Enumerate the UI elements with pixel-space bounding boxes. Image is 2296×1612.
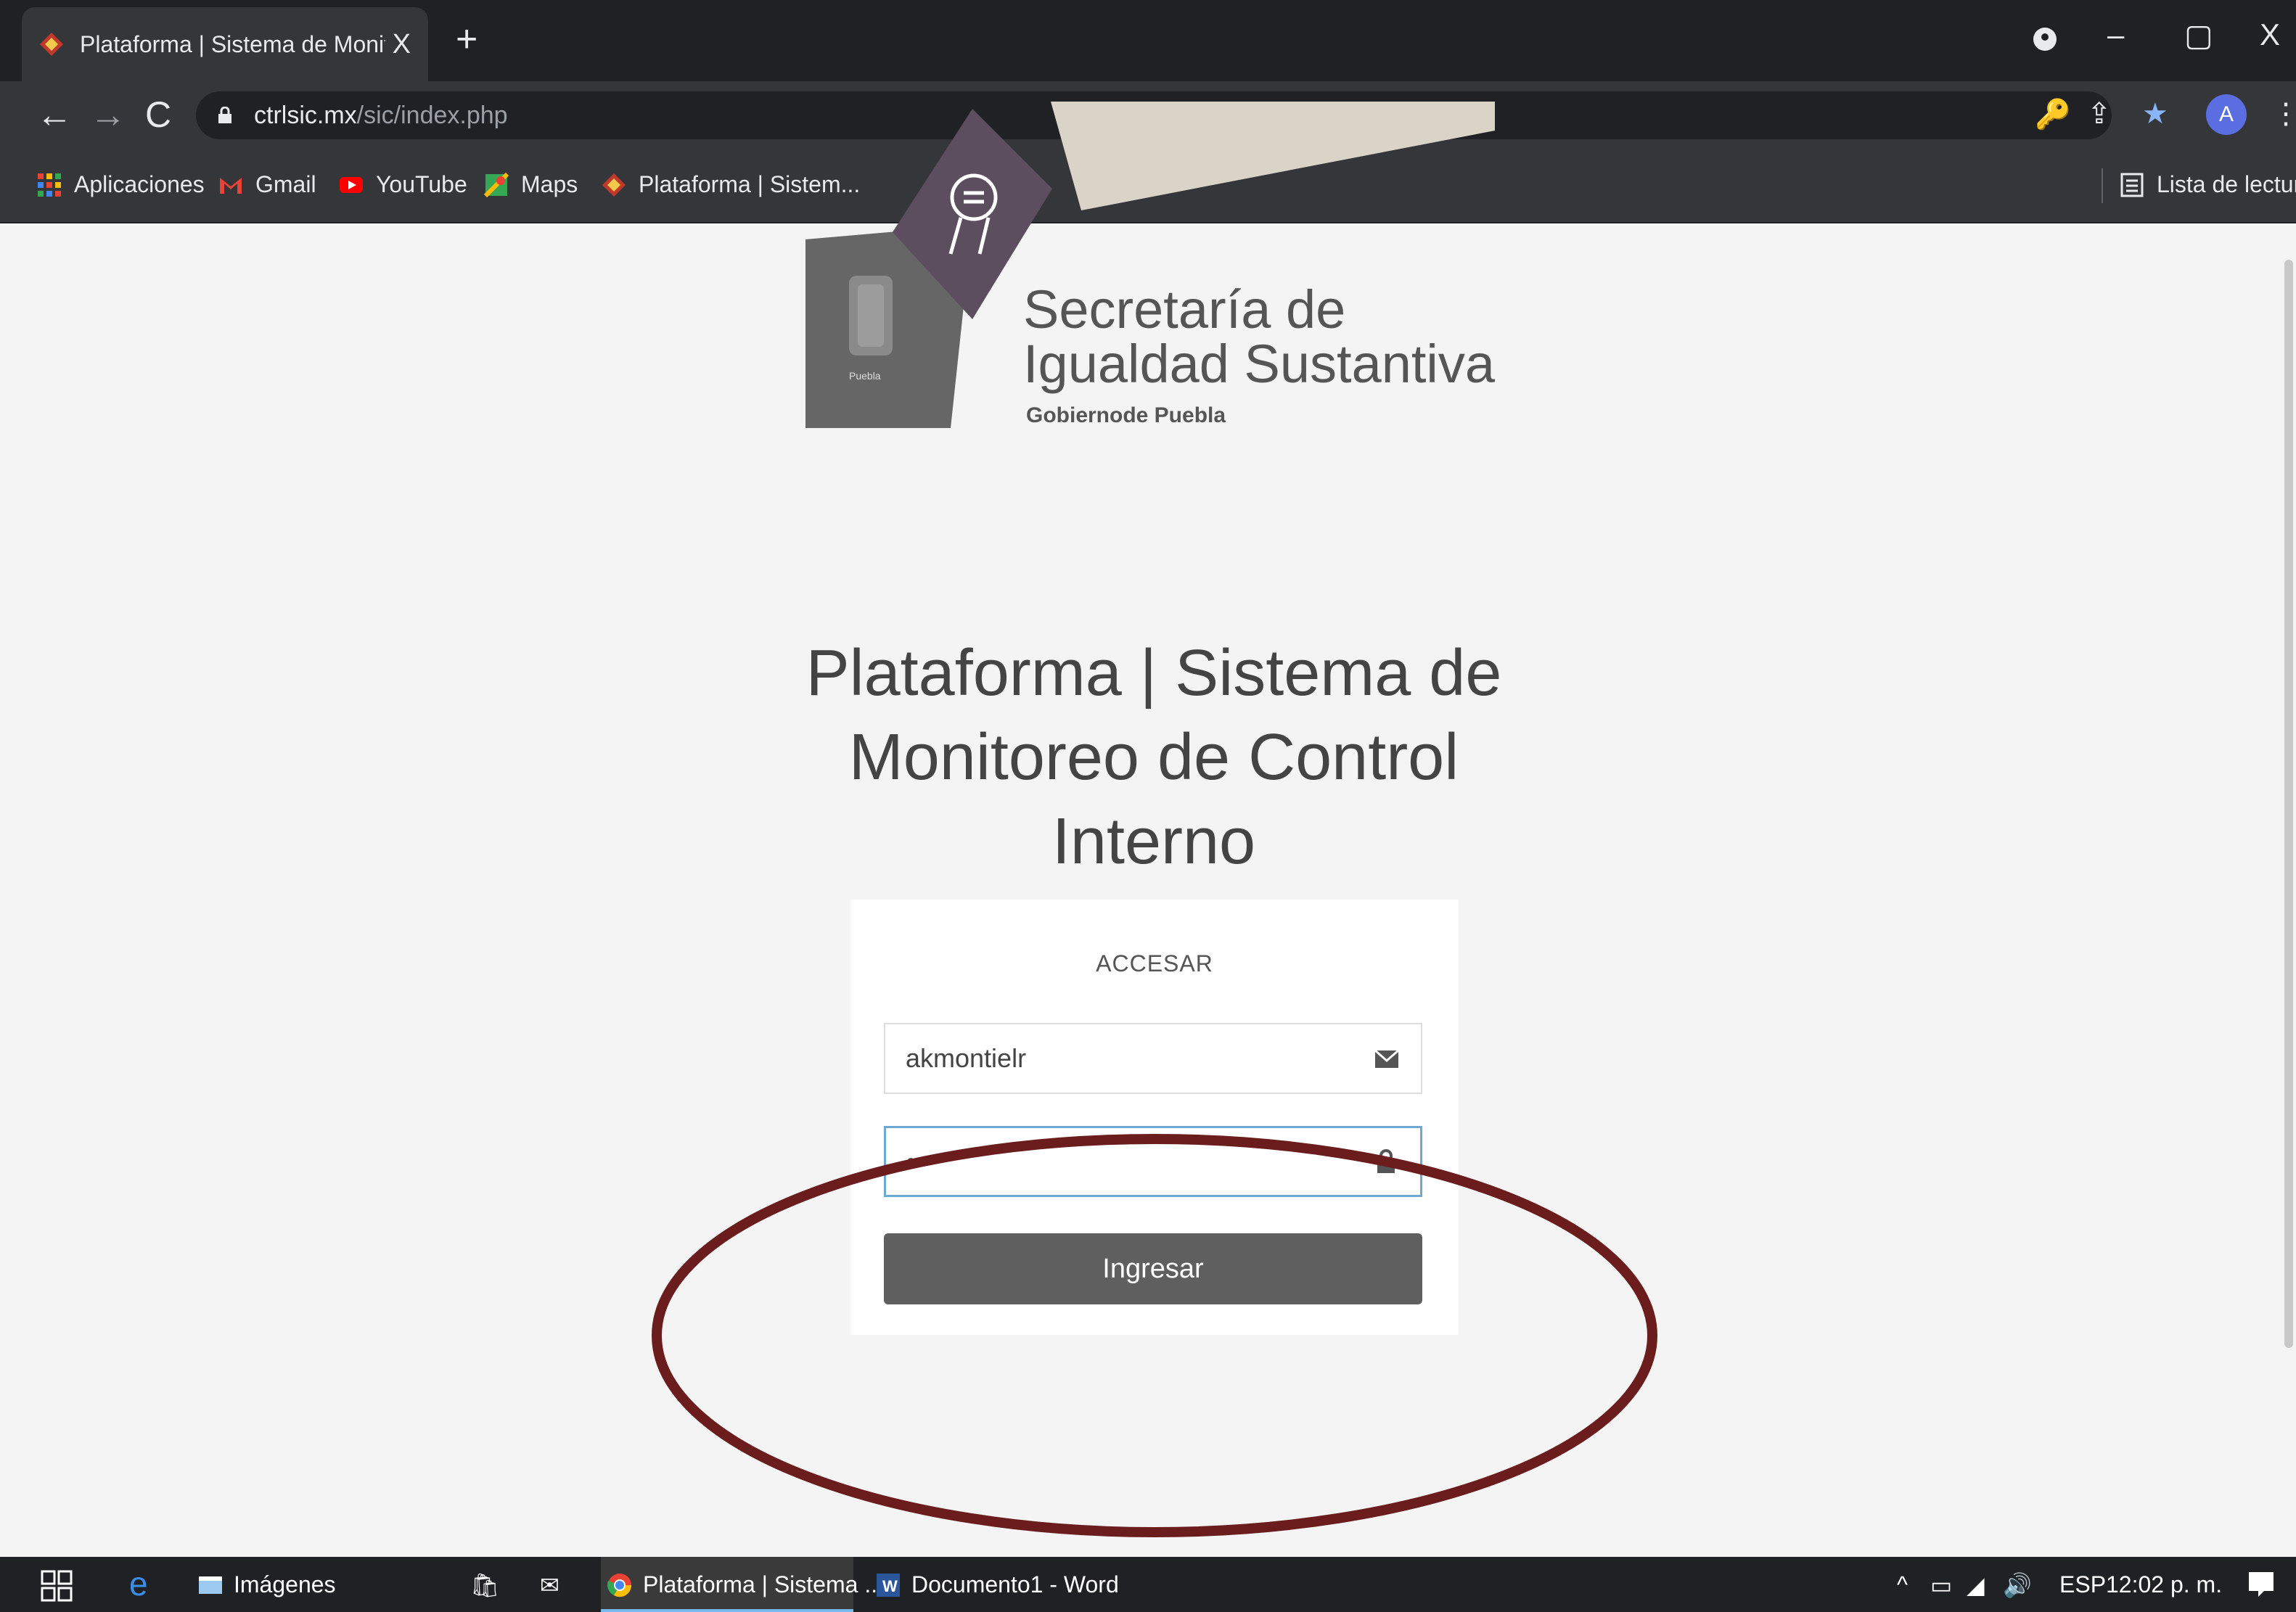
tab-close-icon[interactable]: X	[393, 29, 411, 60]
logo-line-3: Gobiernode Puebla	[1026, 403, 1226, 427]
taskbar-item-imagenes[interactable]: Imágenes	[197, 1571, 336, 1598]
edge-icon[interactable]: e	[129, 1564, 148, 1603]
youtube-icon	[340, 176, 363, 193]
chevron-up-icon[interactable]: ^	[1897, 1571, 1908, 1598]
scrollbar-thumb[interactable]	[2284, 260, 2293, 1348]
star-bookmark-icon[interactable]: ★	[2142, 97, 2168, 131]
lock-icon	[218, 107, 231, 123]
bookmark-maps[interactable]: Maps	[483, 171, 578, 198]
login-card: ACCESAR akmontielr ••• Ingresar	[850, 900, 1459, 1335]
login-heading: ACCESAR	[1096, 950, 1213, 976]
taskbar-item-label: Imágenes	[234, 1571, 336, 1597]
forward-arrow-icon[interactable]: →	[90, 93, 126, 136]
page-title: Plataforma | Sistema de Monitoreo de Con…	[805, 637, 1502, 878]
ingresar-button[interactable]: Ingresar	[884, 1233, 1422, 1304]
bookmark-label: Aplicaciones	[74, 171, 205, 197]
password-value: •••	[906, 1146, 934, 1176]
new-tab-button[interactable]: +	[456, 20, 477, 58]
key-icon[interactable]: 🔑	[2035, 97, 2071, 131]
wifi-icon[interactable]: ◢	[1967, 1571, 1985, 1599]
bookmark-label: YouTube	[376, 171, 467, 197]
browser-tab-active[interactable]: Plataforma | Sistema de Monitor X	[22, 7, 428, 81]
taskbar-item-label: Documento1 - Word	[911, 1571, 1119, 1597]
apps-grid-icon	[38, 173, 61, 197]
site-favicon-icon	[602, 173, 626, 197]
url-path: /sic/index.php	[356, 101, 508, 129]
reload-icon[interactable]: C	[145, 93, 171, 136]
bookmark-label: Gmail	[255, 171, 316, 197]
password-field[interactable]: •••	[884, 1126, 1422, 1197]
tab-title: Plataforma | Sistema de Monitor	[80, 30, 385, 57]
logo-line-2: Igualdad Sustantiva	[1023, 334, 1496, 394]
username-field[interactable]: akmontielr	[884, 1023, 1422, 1094]
close-window-button[interactable]: X	[2260, 17, 2280, 52]
logo-line-1: Secretaría de	[1023, 279, 1346, 340]
lock-icon	[1377, 1149, 1395, 1173]
site-favicon-icon	[40, 33, 63, 56]
menu-kebab-icon[interactable]: ⋮	[2271, 97, 2296, 131]
taskbar-item-word[interactable]: W Documento1 - Word	[875, 1571, 1119, 1598]
bookmark-youtube[interactable]: YouTube	[338, 171, 467, 198]
svg-text:W: W	[882, 1577, 898, 1595]
bookmark-apps[interactable]: Aplicaciones	[36, 171, 205, 198]
seal-caption: Puebla	[849, 370, 881, 382]
profile-avatar[interactable]: A	[2206, 94, 2247, 135]
minimize-button[interactable]: –	[2107, 17, 2124, 52]
taskbar-item-chrome[interactable]: Plataforma | Sistema ...	[607, 1571, 884, 1598]
restore-button[interactable]: ▢	[2184, 17, 2213, 53]
taskbar-item-label: Plataforma | Sistema ...	[643, 1571, 884, 1597]
reading-list-icon	[2120, 173, 2144, 197]
gmail-icon	[220, 177, 242, 194]
back-arrow-icon[interactable]: ←	[36, 93, 73, 136]
task-view-icon[interactable]	[41, 1570, 73, 1602]
folder-icon	[199, 1576, 222, 1594]
notifications-icon[interactable]	[2247, 1570, 2276, 1599]
url-domain: ctrlsic.mx	[254, 101, 357, 129]
store-bag-icon[interactable]: 🛍	[470, 1571, 500, 1599]
language-indicator[interactable]: ESP	[2059, 1571, 2106, 1598]
clock-time[interactable]: 12:02 p. m.	[2106, 1571, 2222, 1598]
bookmarks-divider	[2102, 168, 2103, 203]
reading-list-button[interactable]: Lista de lectura	[2119, 171, 2296, 198]
maps-icon	[483, 172, 509, 197]
location-pin-icon[interactable]	[2032, 26, 2058, 52]
reading-list-label: Lista de lectura	[2157, 171, 2296, 197]
network-icon[interactable]: ▭	[1930, 1571, 1952, 1599]
bookmark-gmail[interactable]: Gmail	[218, 171, 316, 198]
bookmark-label: Maps	[521, 171, 578, 197]
volume-icon[interactable]: 🔊	[2003, 1571, 2032, 1599]
url-text: ctrlsic.mx/sic/index.php	[254, 102, 508, 130]
windows-taskbar: e Imágenes 🛍 ✉ Plataforma | Sistema ... …	[0, 1557, 2296, 1612]
envelope-icon	[1374, 1049, 1399, 1068]
username-value: akmontielr	[906, 1043, 1027, 1073]
chrome-icon	[607, 1573, 632, 1597]
mail-icon[interactable]: ✉	[540, 1571, 559, 1599]
share-icon[interactable]: ⇪	[2087, 97, 2112, 131]
word-icon: W	[877, 1573, 900, 1597]
browser-tab-bar: Plataforma | Sistema de Monitor X + – ▢ …	[0, 0, 2296, 81]
